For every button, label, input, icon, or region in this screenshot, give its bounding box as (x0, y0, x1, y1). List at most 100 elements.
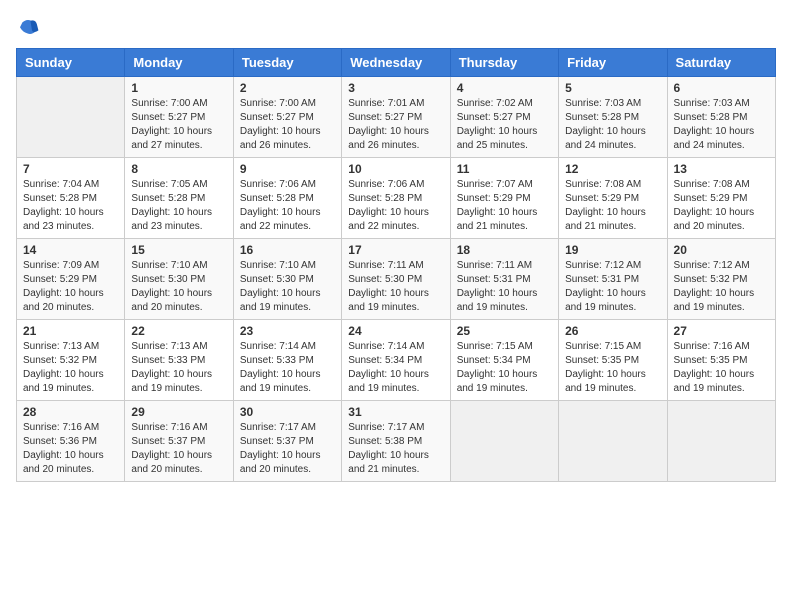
day-info: Sunrise: 7:16 AMSunset: 5:37 PMDaylight:… (131, 421, 226, 477)
day-info: Sunrise: 7:11 AMSunset: 5:30 PMDaylight:… (348, 259, 443, 315)
calendar-cell: 11 Sunrise: 7:07 AMSunset: 5:29 PMDayligh… (450, 158, 558, 239)
day-number: 28 (23, 405, 118, 419)
day-info: Sunrise: 7:17 AMSunset: 5:37 PMDaylight:… (240, 421, 335, 477)
calendar-cell: 31 Sunrise: 7:17 AMSunset: 5:38 PMDayligh… (342, 401, 450, 482)
day-info: Sunrise: 7:10 AMSunset: 5:30 PMDaylight:… (131, 259, 226, 315)
day-number: 25 (457, 324, 552, 338)
calendar-header-row: SundayMondayTuesdayWednesdayThursdayFrid… (17, 49, 776, 77)
calendar-cell: 13Sunrise: 7:08 AMSunset: 5:29 PMDayligh… (667, 158, 775, 239)
day-number: 2 (240, 81, 335, 95)
calendar-cell: 18Sunrise: 7:11 AMSunset: 5:31 PMDayligh… (450, 239, 558, 320)
day-number: 3 (348, 81, 443, 95)
calendar-cell: 3 Sunrise: 7:01 AMSunset: 5:27 PMDaylight… (342, 77, 450, 158)
calendar-week-row: 21Sunrise: 7:13 AMSunset: 5:32 PMDayligh… (17, 320, 776, 401)
day-info: Sunrise: 7:13 AMSunset: 5:32 PMDaylight:… (23, 340, 118, 396)
calendar-cell: 9 Sunrise: 7:06 AMSunset: 5:28 PMDaylight… (233, 158, 341, 239)
day-number: 27 (674, 324, 769, 338)
header-thursday: Thursday (450, 49, 558, 77)
day-number: 14 (23, 243, 118, 257)
day-info: Sunrise: 7:10 AMSunset: 5:30 PMDaylight:… (240, 259, 335, 315)
day-number: 26 (565, 324, 660, 338)
day-info: Sunrise: 7:15 AMSunset: 5:35 PMDaylight:… (565, 340, 660, 396)
calendar-cell: 10 Sunrise: 7:06 AMSunset: 5:28 PMDayligh… (342, 158, 450, 239)
calendar-week-row: 7 Sunrise: 7:04 AMSunset: 5:28 PMDaylight… (17, 158, 776, 239)
day-info: Sunrise: 7:08 AMSunset: 5:29 PMDaylight:… (565, 178, 660, 234)
calendar-cell (559, 401, 667, 482)
day-info: Sunrise: 7:02 AMSunset: 5:27 PMDaylight:… (457, 97, 552, 153)
day-number: 13 (674, 162, 769, 176)
day-info: Sunrise: 7:09 AMSunset: 5:29 PMDaylight:… (23, 259, 118, 315)
day-number: 29 (131, 405, 226, 419)
day-number: 31 (348, 405, 443, 419)
calendar-cell (450, 401, 558, 482)
day-info: Sunrise: 7:05 AMSunset: 5:28 PMDaylight:… (131, 178, 226, 234)
day-info: Sunrise: 7:14 AMSunset: 5:34 PMDaylight:… (348, 340, 443, 396)
calendar-cell: 30 Sunrise: 7:17 AMSunset: 5:37 PMDayligh… (233, 401, 341, 482)
day-info: Sunrise: 7:12 AMSunset: 5:31 PMDaylight:… (565, 259, 660, 315)
calendar-cell: 22 Sunrise: 7:13 AMSunset: 5:33 PMDayligh… (125, 320, 233, 401)
day-number: 15 (131, 243, 226, 257)
calendar-cell: 29 Sunrise: 7:16 AMSunset: 5:37 PMDayligh… (125, 401, 233, 482)
calendar-cell: 4 Sunrise: 7:02 AMSunset: 5:27 PMDaylight… (450, 77, 558, 158)
header-wednesday: Wednesday (342, 49, 450, 77)
header (16, 16, 776, 40)
day-number: 8 (131, 162, 226, 176)
day-info: Sunrise: 7:03 AMSunset: 5:28 PMDaylight:… (565, 97, 660, 153)
day-info: Sunrise: 7:12 AMSunset: 5:32 PMDaylight:… (674, 259, 769, 315)
day-number: 16 (240, 243, 335, 257)
header-friday: Friday (559, 49, 667, 77)
day-number: 22 (131, 324, 226, 338)
day-info: Sunrise: 7:13 AMSunset: 5:33 PMDaylight:… (131, 340, 226, 396)
header-monday: Monday (125, 49, 233, 77)
day-info: Sunrise: 7:17 AMSunset: 5:38 PMDaylight:… (348, 421, 443, 477)
calendar-week-row: 28Sunrise: 7:16 AMSunset: 5:36 PMDayligh… (17, 401, 776, 482)
calendar-cell: 15 Sunrise: 7:10 AMSunset: 5:30 PMDayligh… (125, 239, 233, 320)
day-number: 30 (240, 405, 335, 419)
day-info: Sunrise: 7:06 AMSunset: 5:28 PMDaylight:… (240, 178, 335, 234)
calendar-table: SundayMondayTuesdayWednesdayThursdayFrid… (16, 48, 776, 482)
day-number: 12 (565, 162, 660, 176)
day-info: Sunrise: 7:04 AMSunset: 5:28 PMDaylight:… (23, 178, 118, 234)
calendar-cell: 20 Sunrise: 7:12 AMSunset: 5:32 PMDayligh… (667, 239, 775, 320)
day-number: 20 (674, 243, 769, 257)
calendar-cell (667, 401, 775, 482)
header-tuesday: Tuesday (233, 49, 341, 77)
calendar-cell: 28Sunrise: 7:16 AMSunset: 5:36 PMDayligh… (17, 401, 125, 482)
day-info: Sunrise: 7:00 AMSunset: 5:27 PMDaylight:… (131, 97, 226, 153)
day-number: 6 (674, 81, 769, 95)
calendar-cell: 17 Sunrise: 7:11 AMSunset: 5:30 PMDayligh… (342, 239, 450, 320)
calendar-cell: 27 Sunrise: 7:16 AMSunset: 5:35 PMDayligh… (667, 320, 775, 401)
logo (16, 16, 44, 40)
header-saturday: Saturday (667, 49, 775, 77)
calendar-cell: 26 Sunrise: 7:15 AMSunset: 5:35 PMDayligh… (559, 320, 667, 401)
calendar-cell: 7 Sunrise: 7:04 AMSunset: 5:28 PMDaylight… (17, 158, 125, 239)
calendar-cell: 5 Sunrise: 7:03 AMSunset: 5:28 PMDaylight… (559, 77, 667, 158)
day-number: 1 (131, 81, 226, 95)
calendar-cell: 23 Sunrise: 7:14 AMSunset: 5:33 PMDayligh… (233, 320, 341, 401)
calendar-cell (17, 77, 125, 158)
day-info: Sunrise: 7:01 AMSunset: 5:27 PMDaylight:… (348, 97, 443, 153)
calendar-cell: 21Sunrise: 7:13 AMSunset: 5:32 PMDayligh… (17, 320, 125, 401)
day-info: Sunrise: 7:07 AMSunset: 5:29 PMDaylight:… (457, 178, 552, 234)
calendar-week-row: 14 Sunrise: 7:09 AMSunset: 5:29 PMDayligh… (17, 239, 776, 320)
day-number: 24 (348, 324, 443, 338)
day-number: 23 (240, 324, 335, 338)
calendar-cell: 19Sunrise: 7:12 AMSunset: 5:31 PMDayligh… (559, 239, 667, 320)
day-number: 4 (457, 81, 552, 95)
calendar-cell: 12 Sunrise: 7:08 AMSunset: 5:29 PMDayligh… (559, 158, 667, 239)
day-number: 10 (348, 162, 443, 176)
day-info: Sunrise: 7:03 AMSunset: 5:28 PMDaylight:… (674, 97, 769, 153)
day-info: Sunrise: 7:14 AMSunset: 5:33 PMDaylight:… (240, 340, 335, 396)
day-number: 9 (240, 162, 335, 176)
day-info: Sunrise: 7:16 AMSunset: 5:35 PMDaylight:… (674, 340, 769, 396)
day-number: 11 (457, 162, 552, 176)
day-number: 17 (348, 243, 443, 257)
calendar-cell: 8 Sunrise: 7:05 AMSunset: 5:28 PMDaylight… (125, 158, 233, 239)
day-info: Sunrise: 7:06 AMSunset: 5:28 PMDaylight:… (348, 178, 443, 234)
day-number: 7 (23, 162, 118, 176)
day-number: 5 (565, 81, 660, 95)
calendar-cell: 16 Sunrise: 7:10 AMSunset: 5:30 PMDayligh… (233, 239, 341, 320)
calendar-cell: 24 Sunrise: 7:14 AMSunset: 5:34 PMDayligh… (342, 320, 450, 401)
day-info: Sunrise: 7:00 AMSunset: 5:27 PMDaylight:… (240, 97, 335, 153)
day-info: Sunrise: 7:11 AMSunset: 5:31 PMDaylight:… (457, 259, 552, 315)
